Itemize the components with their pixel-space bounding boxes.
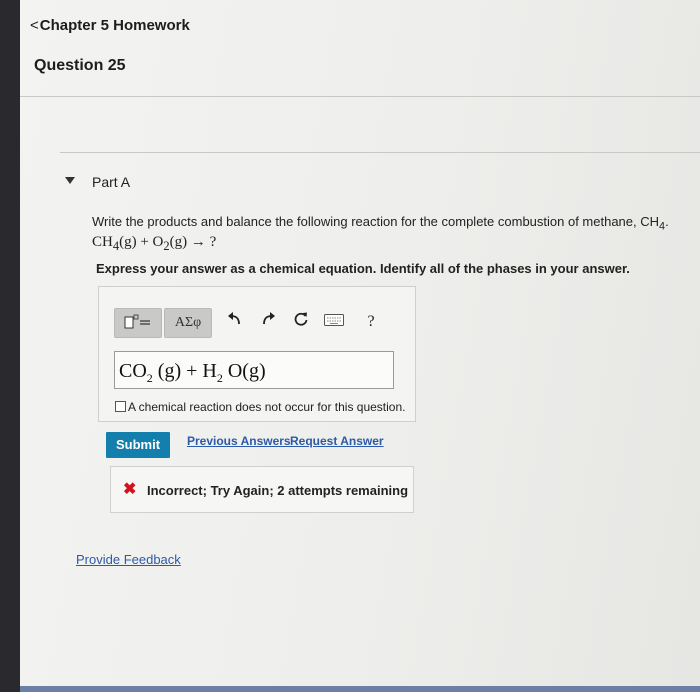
no-reaction-option[interactable]: A chemical reaction does not occur for t… [115,400,405,414]
answer-panel: ΑΣφ ? CO2 (g) + H2 O(g) A chemical react… [98,286,416,422]
answer-instruction: Express your answer as a chemical equati… [96,261,630,276]
part-title: Part A [92,174,131,190]
feedback-message-box: ✖ Incorrect; Try Again; 2 attempts remai… [110,466,414,513]
previous-answers-link[interactable]: Previous Answers [187,434,291,448]
submit-button[interactable]: Submit [106,432,170,458]
part-header[interactable]: Part A [60,170,680,200]
templates-icon [124,314,150,329]
prompt-text: Write the products and balance the follo… [92,214,669,233]
part-divider [60,152,700,153]
question-title: Question 25 [34,57,126,74]
header-divider [20,96,700,97]
reset-button[interactable] [290,311,312,333]
no-reaction-label: A chemical reaction does not occur for t… [128,400,406,414]
x-icon: ✖ [123,481,137,498]
prompt-equation: CH4(g) + O2(g) → ? [92,233,217,253]
redo-button[interactable] [257,311,279,333]
screen: <Chapter 5 Homework Question 25 Part A W… [20,0,700,692]
help-button[interactable]: ? [360,311,382,333]
keyboard-icon [324,314,344,326]
greek-symbols-button[interactable]: ΑΣφ [164,308,212,338]
screen-bottom-edge [20,686,700,692]
collapse-triangle-icon[interactable] [65,177,75,184]
redo-icon [263,312,275,325]
undo-icon [228,312,240,325]
reset-icon [294,312,308,326]
header: <Chapter 5 Homework Question 25 [20,0,700,96]
keyboard-button[interactable] [323,311,345,333]
request-answer-link[interactable]: Request Answer [290,434,384,448]
equation-input[interactable]: CO2 (g) + H2 O(g) [114,351,394,389]
question-prompt: Write the products and balance the follo… [92,214,682,254]
equation-toolbar: ΑΣφ ? [114,308,384,338]
provide-feedback-link[interactable]: Provide Feedback [76,552,181,567]
back-to-chapter-link[interactable]: <Chapter 5 Homework [30,17,190,34]
back-link-label: Chapter 5 Homework [39,17,190,34]
back-chevron: < [30,17,39,34]
undo-button[interactable] [224,311,246,333]
no-reaction-checkbox[interactable] [115,401,126,412]
templates-button[interactable] [114,308,162,338]
feedback-message: Incorrect; Try Again; 2 attempts remaini… [147,483,409,498]
